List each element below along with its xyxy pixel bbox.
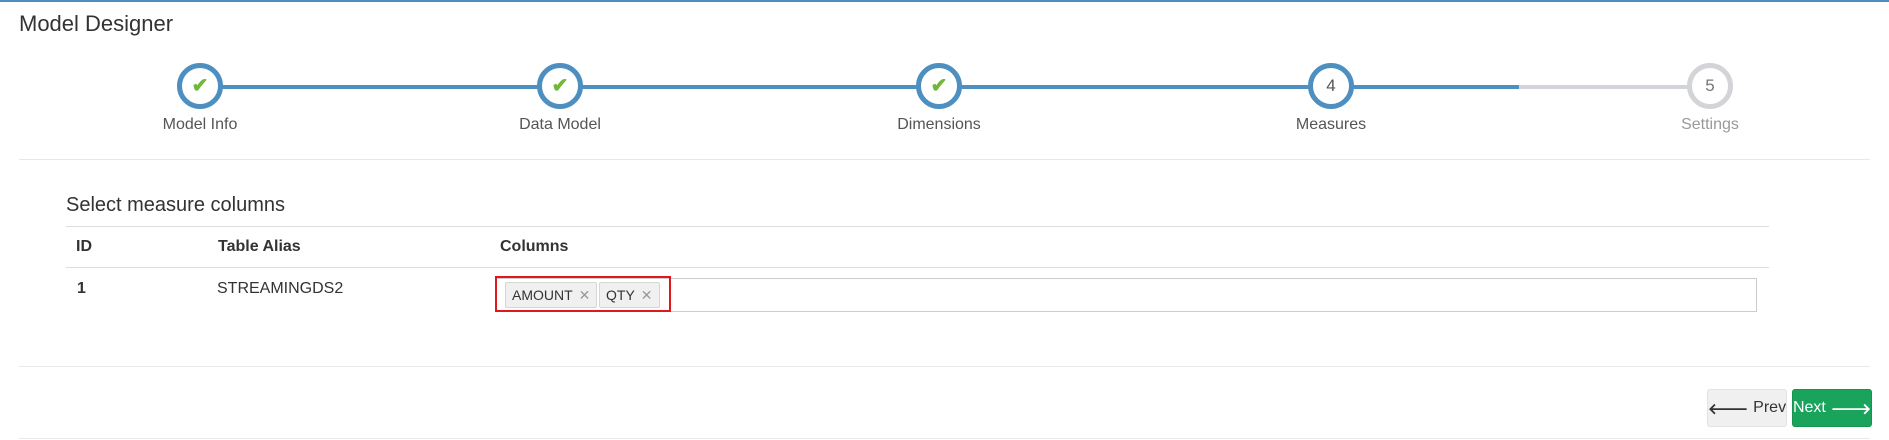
- next-button[interactable]: Next 🡒: [1792, 389, 1872, 427]
- step-label: Measures: [1295, 116, 1367, 133]
- check-icon: ✔: [930, 75, 948, 97]
- row-id: 1: [77, 280, 86, 297]
- next-label: Next: [1792, 399, 1826, 416]
- step-circle: 4: [1308, 63, 1354, 109]
- measure-columns-input[interactable]: [496, 278, 1757, 312]
- arrow-left-icon: 🡐: [1707, 400, 1749, 418]
- wizard-step-measures[interactable]: 4 Measures: [1241, 58, 1421, 134]
- prev-button[interactable]: 🡐 Prev: [1707, 389, 1787, 427]
- column-header-columns: Columns: [500, 238, 569, 255]
- step-label: Model Info: [162, 116, 238, 133]
- check-icon: ✔: [551, 75, 569, 97]
- section-title: Select measure columns: [66, 194, 285, 216]
- arrow-right-icon: 🡒: [1830, 400, 1872, 418]
- top-accent-bar: [0, 0, 1889, 2]
- column-header-table-alias: Table Alias: [218, 238, 301, 255]
- step-label: Data Model: [519, 116, 601, 133]
- close-icon[interactable]: ✕: [641, 283, 653, 307]
- wizard-step-model-info[interactable]: ✔ Model Info: [110, 58, 290, 134]
- tag-label: QTY: [606, 287, 635, 303]
- tag-amount: AMOUNT ✕: [505, 282, 598, 308]
- close-icon[interactable]: ✕: [579, 283, 591, 307]
- column-header-id: ID: [76, 238, 92, 255]
- step-circle: 5: [1687, 63, 1733, 109]
- divider: [19, 366, 1870, 367]
- step-label: Settings: [1681, 116, 1739, 133]
- row-table-alias: STREAMINGDS2: [217, 280, 344, 297]
- check-icon: ✔: [191, 75, 209, 97]
- page-title: Model Designer: [19, 11, 174, 36]
- wizard-step-data-model[interactable]: ✔ Data Model: [470, 58, 650, 134]
- step-circle: ✔: [177, 63, 223, 109]
- wizard-step-settings[interactable]: 5 Settings: [1620, 58, 1800, 134]
- wizard-steps: ✔ Model Info ✔ Data Model ✔ Dimensions 4…: [0, 58, 1889, 140]
- table-border-top: [66, 226, 1769, 227]
- divider: [19, 159, 1870, 160]
- step-label: Dimensions: [897, 116, 981, 133]
- wizard-step-dimensions[interactable]: ✔ Dimensions: [849, 58, 1029, 134]
- table-border-header: [66, 267, 1769, 268]
- step-number: 5: [1705, 76, 1715, 95]
- step-circle: ✔: [537, 63, 583, 109]
- prev-label: Prev: [1753, 399, 1787, 416]
- tag-qty: QTY ✕: [599, 282, 660, 308]
- divider: [19, 438, 1870, 439]
- step-number: 4: [1326, 76, 1336, 95]
- tag-label: AMOUNT: [512, 287, 573, 303]
- step-circle: ✔: [916, 63, 962, 109]
